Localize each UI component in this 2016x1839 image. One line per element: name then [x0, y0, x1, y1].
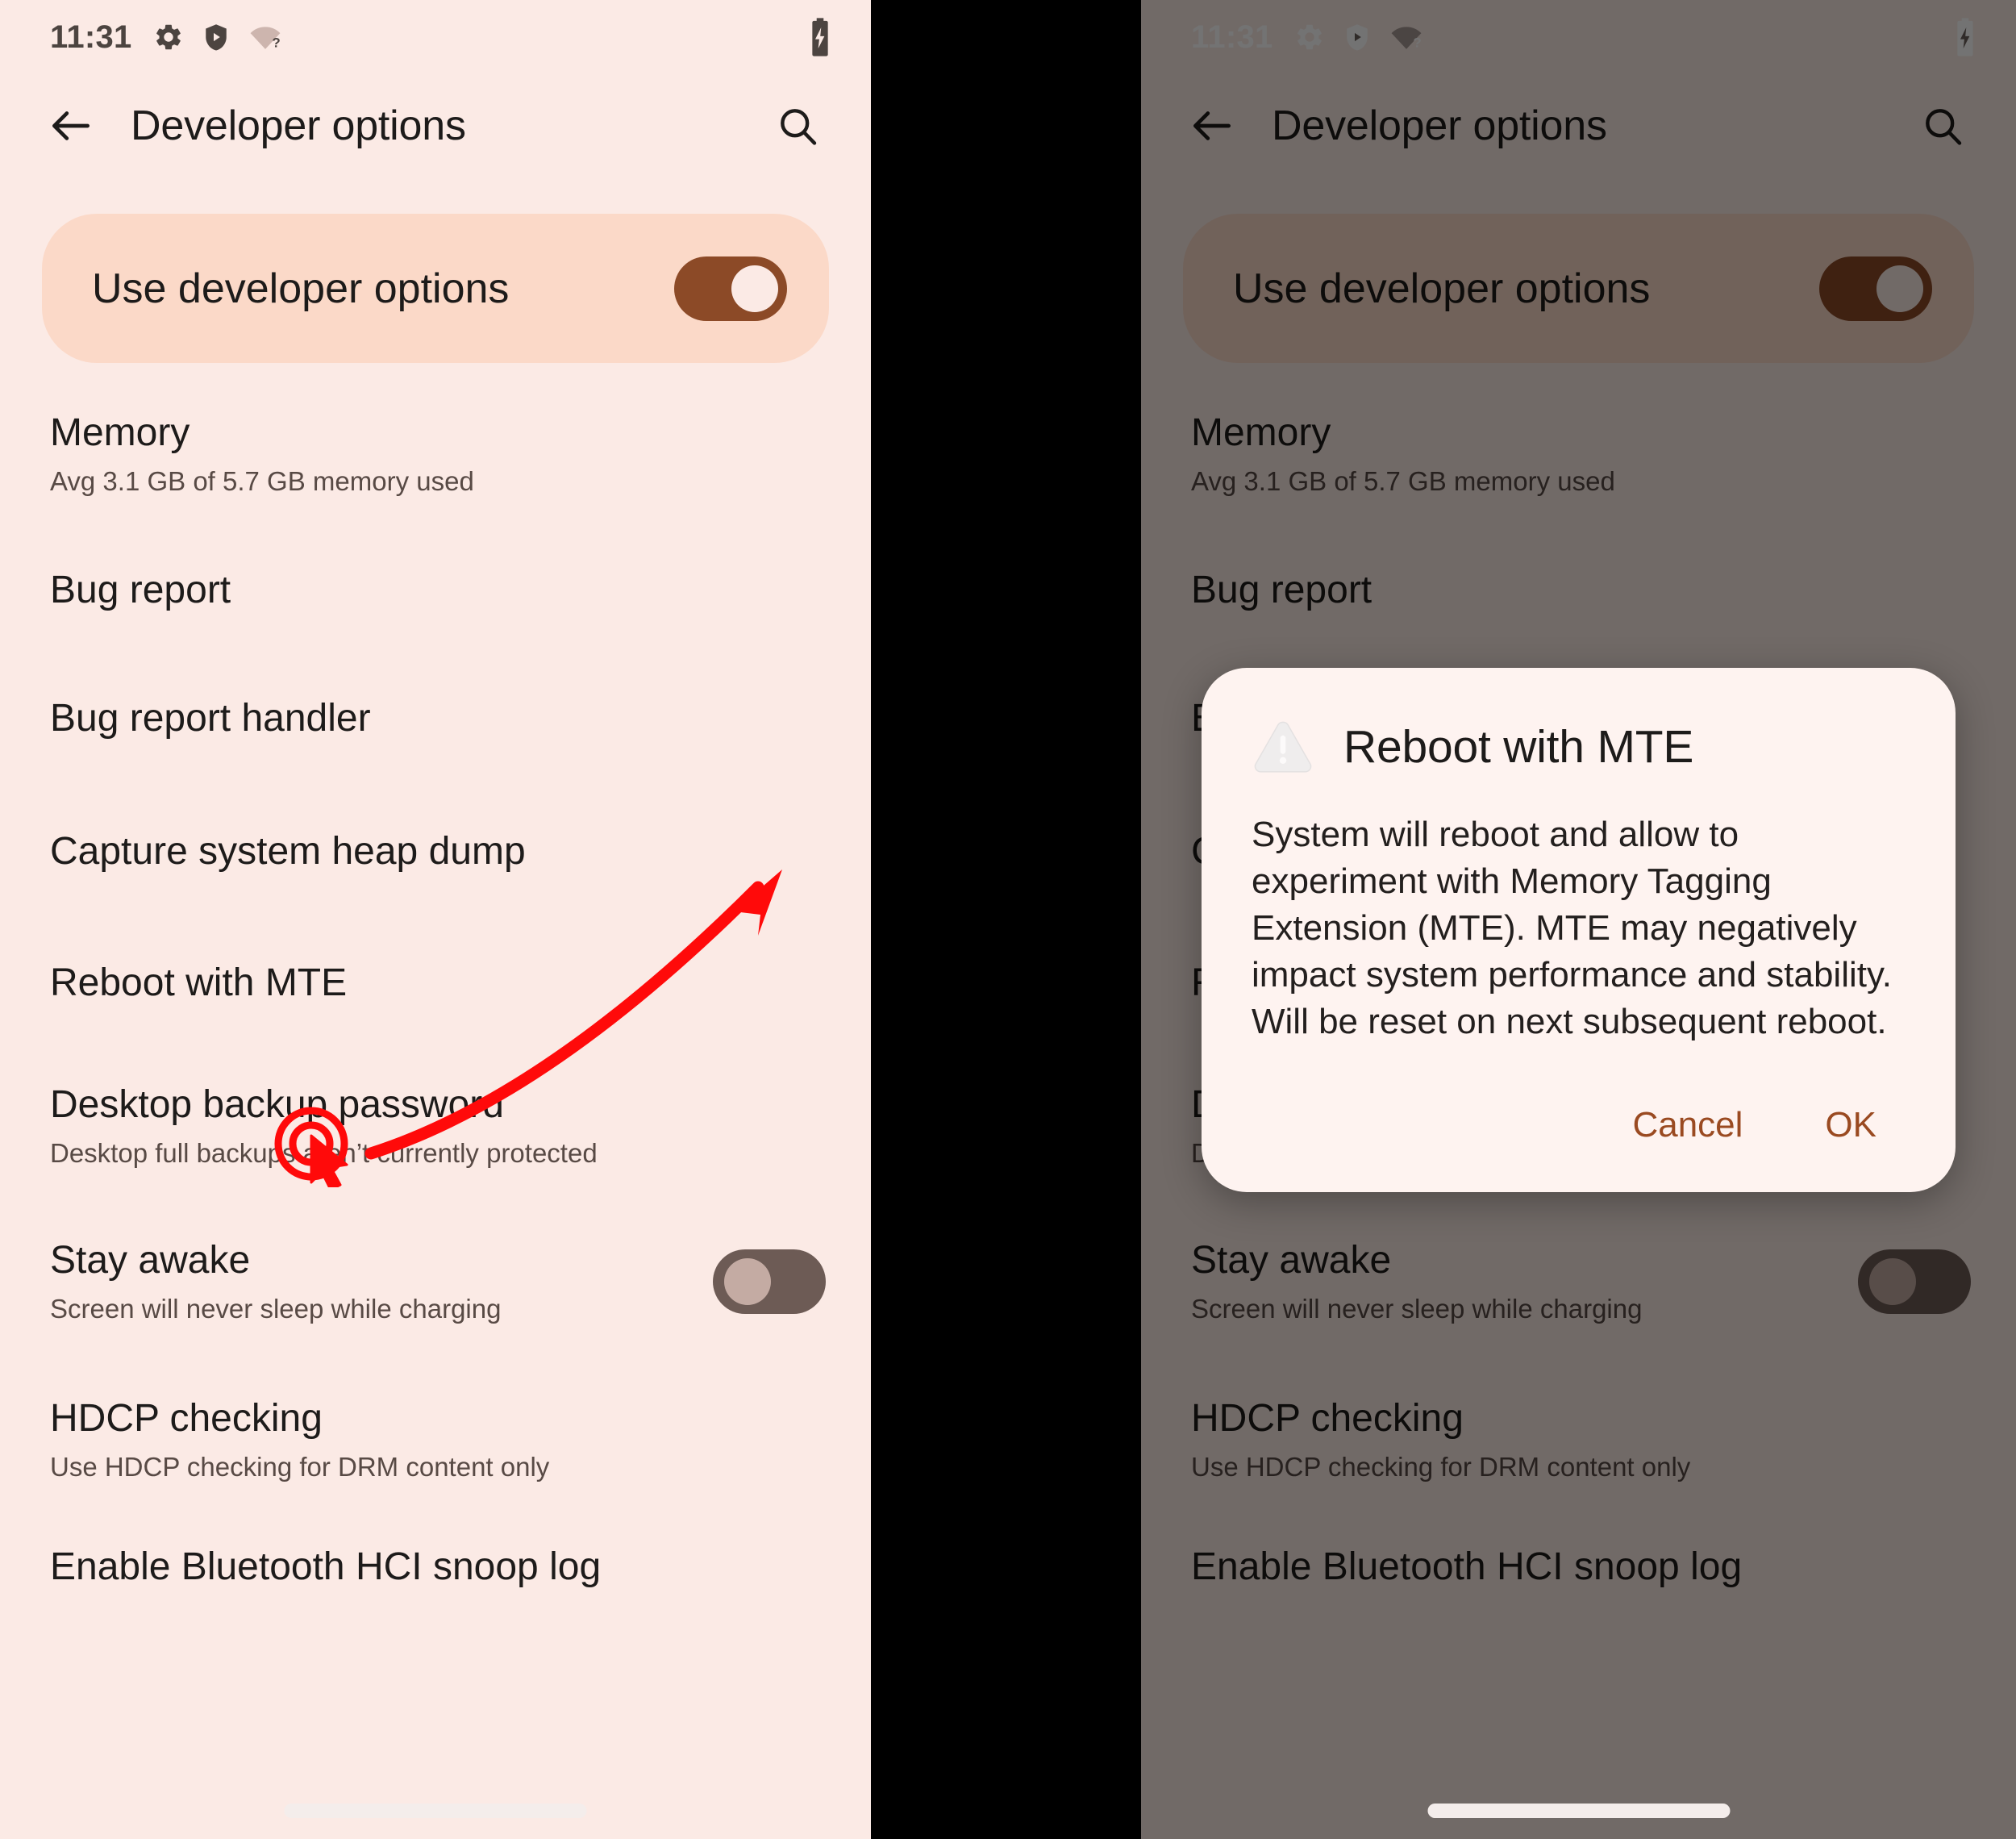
- toggle-knob: [724, 1258, 771, 1305]
- use-developer-options-toggle[interactable]: [1819, 256, 1932, 321]
- list-item-title: Stay awake: [50, 1239, 251, 1282]
- list-item-bug-report[interactable]: Bug report: [1141, 531, 2016, 650]
- back-arrow-icon[interactable]: [32, 101, 110, 151]
- status-bar-right: 11:31 ?: [1141, 0, 2016, 74]
- list-item-title: Stay awake: [1191, 1239, 1392, 1282]
- search-icon[interactable]: [761, 103, 834, 148]
- list-item-memory[interactable]: Memory Avg 3.1 GB of 5.7 GB memory used: [0, 377, 871, 531]
- battery-charging-icon: [808, 18, 832, 56]
- list-item-stay-awake[interactable]: Stay awake Screen will never sleep while…: [1141, 1203, 2016, 1361]
- list-item-stay-awake[interactable]: Stay awake Screen will never sleep while…: [0, 1203, 871, 1361]
- click-target-icon: [274, 1107, 348, 1187]
- home-indicator-right: [1427, 1804, 1730, 1818]
- dialog-actions: Cancel OK: [1252, 1090, 1906, 1160]
- list-item-title: Enable Bluetooth HCI snoop log: [50, 1545, 602, 1589]
- status-clock: 11:31: [1191, 19, 1273, 55]
- page-title: Developer options: [131, 102, 466, 149]
- list-item-enable-bluetooth-hci-snoop-log[interactable]: Enable Bluetooth HCI snoop log: [1141, 1519, 2016, 1616]
- dialog-title: Reboot with MTE: [1343, 721, 1694, 773]
- status-bar-right-icons-right-phone: [1953, 18, 1977, 56]
- search-icon[interactable]: [1906, 103, 1979, 148]
- list-item-title: Bug report handler: [50, 697, 371, 740]
- list-item-subtitle: Use HDCP checking for DRM content only: [50, 1451, 550, 1482]
- back-arrow-icon[interactable]: [1173, 101, 1251, 151]
- use-developer-options-card[interactable]: Use developer options: [1183, 214, 1974, 363]
- list-item-title: HDCP checking: [50, 1397, 323, 1441]
- gear-icon: [1294, 22, 1325, 52]
- list-item-title: Bug report: [1191, 569, 1372, 612]
- list-item-subtitle: Screen will never sleep while charging: [1191, 1293, 1643, 1324]
- use-developer-options-label: Use developer options: [92, 265, 510, 312]
- status-bar-left: 11:31 ?: [0, 0, 871, 74]
- list-item-title: HDCP checking: [1191, 1397, 1464, 1441]
- use-developer-options-label: Use developer options: [1233, 265, 1651, 312]
- panel-divider: [871, 0, 1141, 1839]
- shield-play-icon: [202, 22, 231, 52]
- list-item-subtitle: Screen will never sleep while charging: [50, 1293, 502, 1324]
- svg-text:?: ?: [1413, 35, 1421, 50]
- app-bar-right: Developer options: [1141, 74, 2016, 177]
- list-item-enable-bluetooth-hci-snoop-log[interactable]: Enable Bluetooth HCI snoop log: [0, 1519, 871, 1616]
- toggle-knob: [1869, 1258, 1916, 1305]
- list-item-subtitle: Avg 3.1 GB of 5.7 GB memory used: [50, 465, 474, 496]
- use-developer-options-toggle[interactable]: [674, 256, 787, 321]
- stay-awake-toggle[interactable]: [713, 1249, 826, 1314]
- dialog-header: Reboot with MTE: [1252, 718, 1906, 776]
- toggle-knob: [1876, 265, 1923, 312]
- page-title: Developer options: [1272, 102, 1607, 149]
- list-item-hdcp-checking[interactable]: HDCP checking Use HDCP checking for DRM …: [1141, 1361, 2016, 1519]
- annotation-arrow: [364, 869, 782, 1160]
- list-item-title: Bug report: [50, 569, 231, 612]
- gear-icon: [153, 22, 184, 52]
- warning-triangle-icon: [1252, 718, 1314, 776]
- list-item-subtitle: Use HDCP checking for DRM content only: [1191, 1451, 1691, 1482]
- list-item-title: Memory: [1191, 411, 1331, 455]
- wifi-unknown-icon: ?: [248, 22, 282, 52]
- cancel-button[interactable]: Cancel: [1610, 1090, 1765, 1160]
- ok-button[interactable]: OK: [1802, 1090, 1899, 1160]
- list-item-hdcp-checking[interactable]: HDCP checking Use HDCP checking for DRM …: [0, 1361, 871, 1519]
- list-item-bug-report[interactable]: Bug report: [0, 531, 871, 650]
- svg-text:?: ?: [272, 35, 280, 50]
- wifi-unknown-icon: ?: [1389, 22, 1423, 52]
- list-item-memory[interactable]: Memory Avg 3.1 GB of 5.7 GB memory used: [1141, 377, 2016, 531]
- toggle-knob: [731, 265, 778, 312]
- home-indicator-left: [284, 1804, 587, 1818]
- app-bar-left: Developer options: [0, 74, 871, 177]
- stay-awake-toggle[interactable]: [1858, 1249, 1971, 1314]
- list-item-bug-report-handler[interactable]: Bug report handler: [0, 650, 871, 787]
- status-icons: ?: [153, 22, 282, 52]
- battery-charging-icon: [1953, 18, 1977, 56]
- list-item-title: Memory: [50, 411, 190, 455]
- list-item-subtitle: Avg 3.1 GB of 5.7 GB memory used: [1191, 465, 1615, 496]
- use-developer-options-card[interactable]: Use developer options: [42, 214, 829, 363]
- reboot-with-mte-dialog: Reboot with MTE System will reboot and a…: [1202, 668, 1956, 1193]
- status-icons: ?: [1294, 22, 1423, 52]
- status-clock: 11:31: [50, 19, 132, 55]
- shield-play-icon: [1343, 22, 1372, 52]
- status-bar-right-icons-left-phone: [808, 18, 832, 56]
- list-item-title: Enable Bluetooth HCI snoop log: [1191, 1545, 1743, 1589]
- dialog-body-text: System will reboot and allow to experime…: [1252, 815, 1892, 1042]
